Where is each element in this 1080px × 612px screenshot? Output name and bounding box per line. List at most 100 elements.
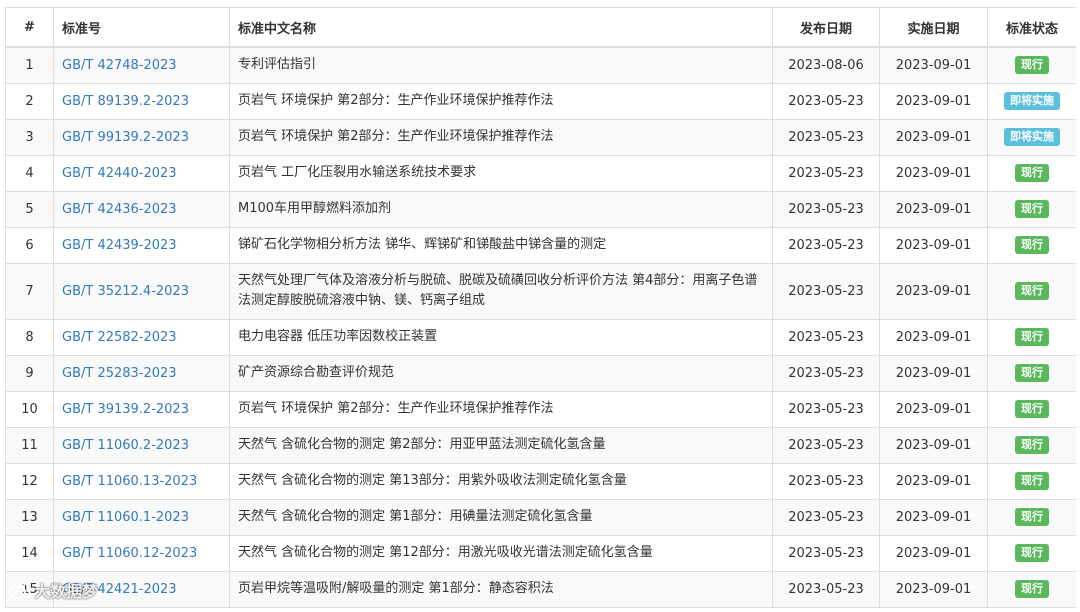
standard-name: 锑矿石化学物相分析方法 锑华、辉锑矿和锑酸盐中锑含量的测定 [229, 226, 773, 264]
status-badge: 现行 [1015, 580, 1049, 598]
status-badge: 现行 [1015, 544, 1049, 562]
row-index: 2 [5, 82, 54, 120]
publish-date: 2023-05-23 [772, 154, 880, 192]
table-row: 10 GB/T 39139.2-2023 页岩气 环境保护 第2部分：生产作业环境保… [5, 390, 1076, 428]
table-header-row: # 标准号 标准中文名称 发布日期 实施日期 标准状态 [5, 7, 1076, 48]
status-badge: 现行 [1015, 364, 1049, 382]
standard-number-cell: GB/T 42439-2023 [53, 226, 230, 264]
standard-number-link[interactable]: GB/T 11060.12-2023 [62, 546, 197, 561]
status-cell: 现行 [987, 534, 1076, 572]
standard-name: 页岩气 环境保护 第2部分：生产作业环境保护推荐作法 [229, 390, 773, 428]
status-cell: 现行 [987, 318, 1076, 356]
standards-table: # 标准号 标准中文名称 发布日期 实施日期 标准状态 1 GB/T 42748-… [5, 7, 1076, 608]
standard-number-cell: GB/T 42421-2023 [53, 570, 230, 608]
status-badge: 现行 [1015, 164, 1049, 182]
standard-number-link[interactable]: GB/T 42440-2023 [62, 166, 177, 181]
implement-date: 2023-09-01 [879, 154, 988, 192]
standard-number-link[interactable]: GB/T 11060.1-2023 [62, 510, 189, 525]
standard-number-cell: GB/T 39139.2-2023 [53, 390, 230, 428]
publish-date: 2023-05-23 [772, 118, 880, 156]
publish-date: 2023-05-23 [772, 534, 880, 572]
implement-date: 2023-09-01 [879, 318, 988, 356]
row-index: 10 [5, 390, 54, 428]
table-row: 13 GB/T 11060.1-2023 天然气 含硫化合物的测定 第1部分：用碘量… [5, 498, 1076, 536]
publish-date: 2023-08-06 [772, 46, 880, 84]
standards-table-container: # 标准号 标准中文名称 发布日期 实施日期 标准状态 1 GB/T 42748-… [5, 7, 1076, 612]
table-row: 5 GB/T 42436-2023 M100车用甲醇燃料添加剂 2023-05-23 2… [5, 190, 1076, 228]
standard-number-link[interactable]: GB/T 42436-2023 [62, 202, 177, 217]
header-publish-date: 发布日期 [772, 7, 880, 48]
row-index: 8 [5, 318, 54, 356]
status-cell: 现行 [987, 426, 1076, 464]
row-index: 4 [5, 154, 54, 192]
table-row: 8 GB/T 22582-2023 电力电容器 低压功率因数校正装置 2023-05-… [5, 318, 1076, 356]
standard-number-link[interactable]: GB/T 11060.13-2023 [62, 474, 197, 489]
table-row: 12 GB/T 11060.13-2023 天然气 含硫化合物的测定 第13部分：用… [5, 462, 1076, 500]
implement-date: 2023-09-01 [879, 82, 988, 120]
standard-number-link[interactable]: GB/T 35212.4-2023 [62, 284, 189, 299]
status-badge: 即将实施 [1004, 128, 1060, 146]
publish-date: 2023-05-23 [772, 262, 880, 320]
status-cell: 即将实施 [987, 82, 1076, 120]
standard-name: 页岩气 环境保护 第2部分：生产作业环境保护推荐作法 [229, 118, 773, 156]
status-badge: 现行 [1015, 472, 1049, 490]
row-index: 6 [5, 226, 54, 264]
table-row: 9 GB/T 25283-2023 矿产资源综合勘查评价规范 2023-05-23 20… [5, 354, 1076, 392]
standard-number-cell: GB/T 89139.2-2023 [53, 82, 230, 120]
standard-number-link[interactable]: GB/T 25283-2023 [62, 366, 177, 381]
standard-name: 天然气 含硫化合物的测定 第12部分：用激光吸收光谱法测定硫化氢含量 [229, 534, 773, 572]
standard-name: M100车用甲醇燃料添加剂 [229, 190, 773, 228]
standard-number-cell: GB/T 25283-2023 [53, 354, 230, 392]
row-index: 15 [5, 570, 54, 608]
status-badge: 现行 [1015, 328, 1049, 346]
standard-number-link[interactable]: GB/T 42421-2023 [62, 582, 177, 597]
standard-name: 页岩气 环境保护 第2部分：生产作业环境保护推荐作法 [229, 82, 773, 120]
standard-name: 天然气 含硫化合物的测定 第13部分：用紫外吸收法测定硫化氢含量 [229, 462, 773, 500]
implement-date: 2023-09-01 [879, 426, 988, 464]
header-index: # [5, 7, 54, 48]
standard-number-link[interactable]: GB/T 42439-2023 [62, 238, 177, 253]
table-row: 4 GB/T 42440-2023 页岩气 工厂化压裂用水输送系统技术要求 2023-… [5, 154, 1076, 192]
publish-date: 2023-05-23 [772, 318, 880, 356]
row-index: 9 [5, 354, 54, 392]
header-implement-date: 实施日期 [879, 7, 988, 48]
status-cell: 现行 [987, 354, 1076, 392]
publish-date: 2023-05-23 [772, 462, 880, 500]
standard-number-link[interactable]: GB/T 11060.2-2023 [62, 438, 189, 453]
standard-number-link[interactable]: GB/T 22582-2023 [62, 330, 177, 345]
status-badge: 即将实施 [1004, 92, 1060, 110]
status-cell: 现行 [987, 226, 1076, 264]
header-chinese-name: 标准中文名称 [229, 7, 773, 48]
publish-date: 2023-05-23 [772, 190, 880, 228]
standard-number-cell: GB/T 11060.2-2023 [53, 426, 230, 464]
publish-date: 2023-05-23 [772, 390, 880, 428]
publish-date: 2023-05-23 [772, 498, 880, 536]
status-cell: 现行 [987, 462, 1076, 500]
implement-date: 2023-09-01 [879, 190, 988, 228]
status-cell: 现行 [987, 570, 1076, 608]
standard-number-link[interactable]: GB/T 39139.2-2023 [62, 402, 189, 417]
row-index: 11 [5, 426, 54, 464]
standard-number-link[interactable]: GB/T 99139.2-2023 [62, 130, 189, 145]
publish-date: 2023-05-23 [772, 226, 880, 264]
table-row: 1 GB/T 42748-2023 专利评估指引 2023-08-06 2023-09-… [5, 46, 1076, 84]
implement-date: 2023-09-01 [879, 534, 988, 572]
standard-name: 页岩气 工厂化压裂用水输送系统技术要求 [229, 154, 773, 192]
implement-date: 2023-09-01 [879, 118, 988, 156]
row-index: 3 [5, 118, 54, 156]
implement-date: 2023-09-01 [879, 46, 988, 84]
table-row: 6 GB/T 42439-2023 锑矿石化学物相分析方法 锑华、辉锑矿和锑酸盐中锑… [5, 226, 1076, 264]
status-cell: 现行 [987, 46, 1076, 84]
standard-name: 天然气处理厂气体及溶液分析与脱硫、脱碳及硫磺回收分析评价方法 第4部分：用离子色… [229, 262, 773, 320]
publish-date: 2023-05-23 [772, 354, 880, 392]
status-cell: 即将实施 [987, 118, 1076, 156]
table-row: 14 GB/T 11060.12-2023 天然气 含硫化合物的测定 第12部分：用… [5, 534, 1076, 572]
table-row: 3 GB/T 99139.2-2023 页岩气 环境保护 第2部分：生产作业环境保护… [5, 118, 1076, 156]
standard-number-link[interactable]: GB/T 89139.2-2023 [62, 94, 189, 109]
standard-number-cell: GB/T 35212.4-2023 [53, 262, 230, 320]
status-badge: 现行 [1015, 508, 1049, 526]
row-index: 5 [5, 190, 54, 228]
standard-number-link[interactable]: GB/T 42748-2023 [62, 58, 177, 73]
status-badge: 现行 [1015, 400, 1049, 418]
status-badge: 现行 [1015, 436, 1049, 454]
